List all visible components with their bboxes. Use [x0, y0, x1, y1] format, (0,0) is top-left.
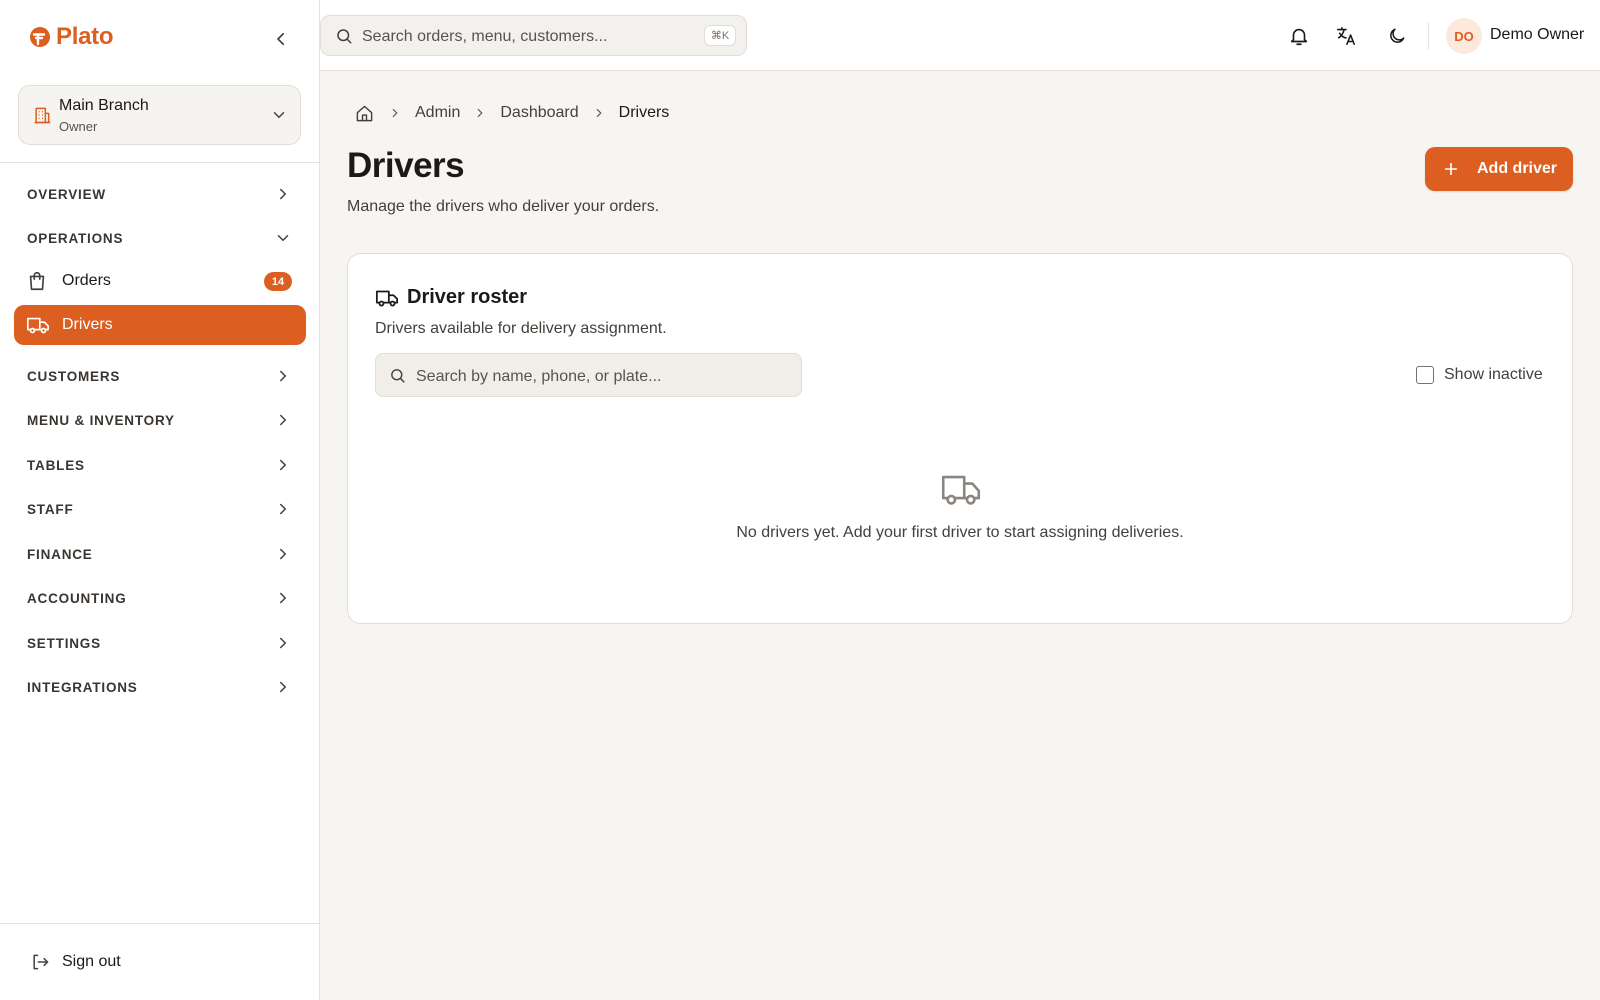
card-title-row: Driver roster: [375, 286, 527, 309]
sidebar-section-settings[interactable]: SETTINGS: [14, 626, 306, 660]
driver-search-placeholder: Search by name, phone, or plate...: [416, 368, 662, 385]
chevron-right-icon: [280, 548, 287, 560]
sidebar-bottom-divider: [0, 923, 319, 924]
building-icon: [34, 107, 51, 124]
sidebar-section-customers[interactable]: CUSTOMERS: [14, 359, 306, 393]
show-inactive-label: Show inactive: [1444, 366, 1543, 383]
user-name[interactable]: Demo Owner: [1490, 26, 1584, 44]
sidebar-item-drivers[interactable]: Drivers: [14, 305, 306, 345]
collapse-sidebar-button[interactable]: [268, 26, 294, 52]
sign-out-label: Sign out: [62, 953, 121, 970]
card-title: Driver roster: [407, 286, 528, 308]
show-inactive-toggle[interactable]: Show inactive: [1416, 366, 1543, 384]
sidebar-item-label: Orders: [62, 272, 111, 289]
section-label: STAFF: [27, 501, 74, 517]
chevron-right-icon: [280, 637, 287, 649]
section-label: TABLES: [27, 457, 85, 473]
sidebar-section-accounting[interactable]: ACCOUNTING: [14, 581, 306, 615]
chevron-right-icon: [280, 188, 287, 200]
section-label: FINANCE: [27, 546, 93, 562]
sidebar-section-overview[interactable]: OVERVIEW: [14, 177, 306, 211]
home-icon: [356, 105, 373, 121]
keyboard-shortcut-hint: ⌘K: [704, 25, 736, 46]
breadcrumb-dashboard[interactable]: Dashboard: [500, 104, 578, 122]
chevron-left-icon: [277, 32, 285, 46]
header-divider: [1428, 22, 1429, 50]
chevron-down-icon: [277, 235, 289, 242]
sidebar-section-staff[interactable]: STAFF: [14, 492, 306, 526]
theme-toggle-button[interactable]: [1383, 22, 1411, 50]
sidebar-section-tables[interactable]: TABLES: [14, 448, 306, 482]
truck-icon: [27, 317, 49, 334]
chevron-right-icon: [392, 108, 398, 118]
sidebar-divider: [0, 162, 319, 163]
empty-state-message: No drivers yet. Add your first driver to…: [736, 524, 1184, 541]
sidebar: Plato Main Branch Owner OVERVIEW OPERATI…: [0, 0, 320, 1000]
breadcrumb-separator: [460, 106, 500, 120]
chevron-right-icon: [280, 503, 287, 515]
section-label: INTEGRATIONS: [27, 679, 138, 695]
sidebar-item-orders[interactable]: Orders 14: [14, 261, 306, 301]
app-logo[interactable]: Plato: [28, 23, 113, 51]
search-icon: [391, 369, 405, 383]
branch-role: Owner: [59, 119, 98, 134]
global-search-placeholder: Search orders, menu, customers...: [362, 28, 608, 45]
chevron-right-icon: [280, 681, 287, 693]
section-label: SETTINGS: [27, 635, 101, 651]
chevron-right-icon: [478, 108, 483, 118]
search-icon: [337, 29, 352, 44]
chevron-right-icon: [280, 592, 287, 604]
chevron-right-icon: [280, 414, 287, 426]
branch-switcher[interactable]: Main Branch Owner: [18, 85, 301, 145]
chevron-right-icon: [280, 459, 287, 471]
translate-icon: [1336, 26, 1356, 46]
avatar[interactable]: DO: [1446, 18, 1482, 54]
sign-out-button[interactable]: Sign out: [14, 942, 306, 982]
add-driver-button[interactable]: Add driver: [1425, 147, 1573, 191]
branch-name: Main Branch: [59, 97, 149, 114]
page-title: Drivers: [347, 146, 465, 185]
notifications-button[interactable]: [1285, 22, 1313, 50]
breadcrumb: Admin Dashboard Drivers: [355, 102, 669, 124]
top-header: Search orders, menu, customers... ⌘K DO …: [320, 0, 1600, 71]
show-inactive-checkbox[interactable]: [1416, 366, 1434, 384]
bell-icon: [1290, 28, 1308, 46]
plato-logo-icon: [30, 27, 50, 47]
section-label: MENU & INVENTORY: [27, 412, 175, 428]
breadcrumb-separator: [375, 106, 415, 120]
page-subtitle: Manage the drivers who deliver your orde…: [347, 198, 660, 215]
empty-truck-icon: [941, 475, 981, 505]
sign-out-icon: [33, 954, 49, 970]
add-driver-label: Add driver: [1477, 160, 1558, 177]
chevron-right-icon: [596, 108, 602, 118]
global-search-input[interactable]: Search orders, menu, customers... ⌘K: [320, 15, 747, 56]
chevron-right-icon: [280, 370, 287, 382]
sidebar-item-label: Drivers: [62, 316, 113, 333]
sidebar-section-operations[interactable]: OPERATIONS: [14, 221, 306, 255]
logo-row: Plato: [0, 0, 319, 75]
driver-search-input[interactable]: Search by name, phone, or plate...: [375, 353, 802, 397]
plus-icon: [1444, 162, 1458, 176]
card-subtitle: Drivers available for delivery assignmen…: [375, 320, 667, 337]
chevron-down-icon: [273, 112, 285, 119]
sidebar-section-finance[interactable]: FINANCE: [14, 537, 306, 571]
breadcrumb-admin[interactable]: Admin: [415, 104, 460, 122]
moon-icon: [1390, 28, 1405, 43]
section-label: OPERATIONS: [27, 230, 124, 246]
breadcrumb-drivers: Drivers: [618, 104, 670, 121]
section-label: OVERVIEW: [27, 186, 106, 202]
breadcrumb-home[interactable]: [355, 104, 375, 123]
section-label: ACCOUNTING: [27, 590, 127, 606]
shopping-bag-icon: [29, 271, 45, 291]
app-name: Plato: [56, 23, 114, 50]
orders-count-badge: 14: [264, 272, 292, 291]
section-label: CUSTOMERS: [27, 368, 121, 384]
language-button[interactable]: [1332, 22, 1360, 50]
sidebar-section-menu-inventory[interactable]: MENU & INVENTORY: [14, 403, 306, 437]
breadcrumb-separator: [579, 106, 619, 120]
driver-roster-card: Driver roster Drivers available for deli…: [347, 253, 1573, 624]
sidebar-section-integrations[interactable]: INTEGRATIONS: [14, 670, 306, 704]
truck-icon: [375, 290, 399, 306]
